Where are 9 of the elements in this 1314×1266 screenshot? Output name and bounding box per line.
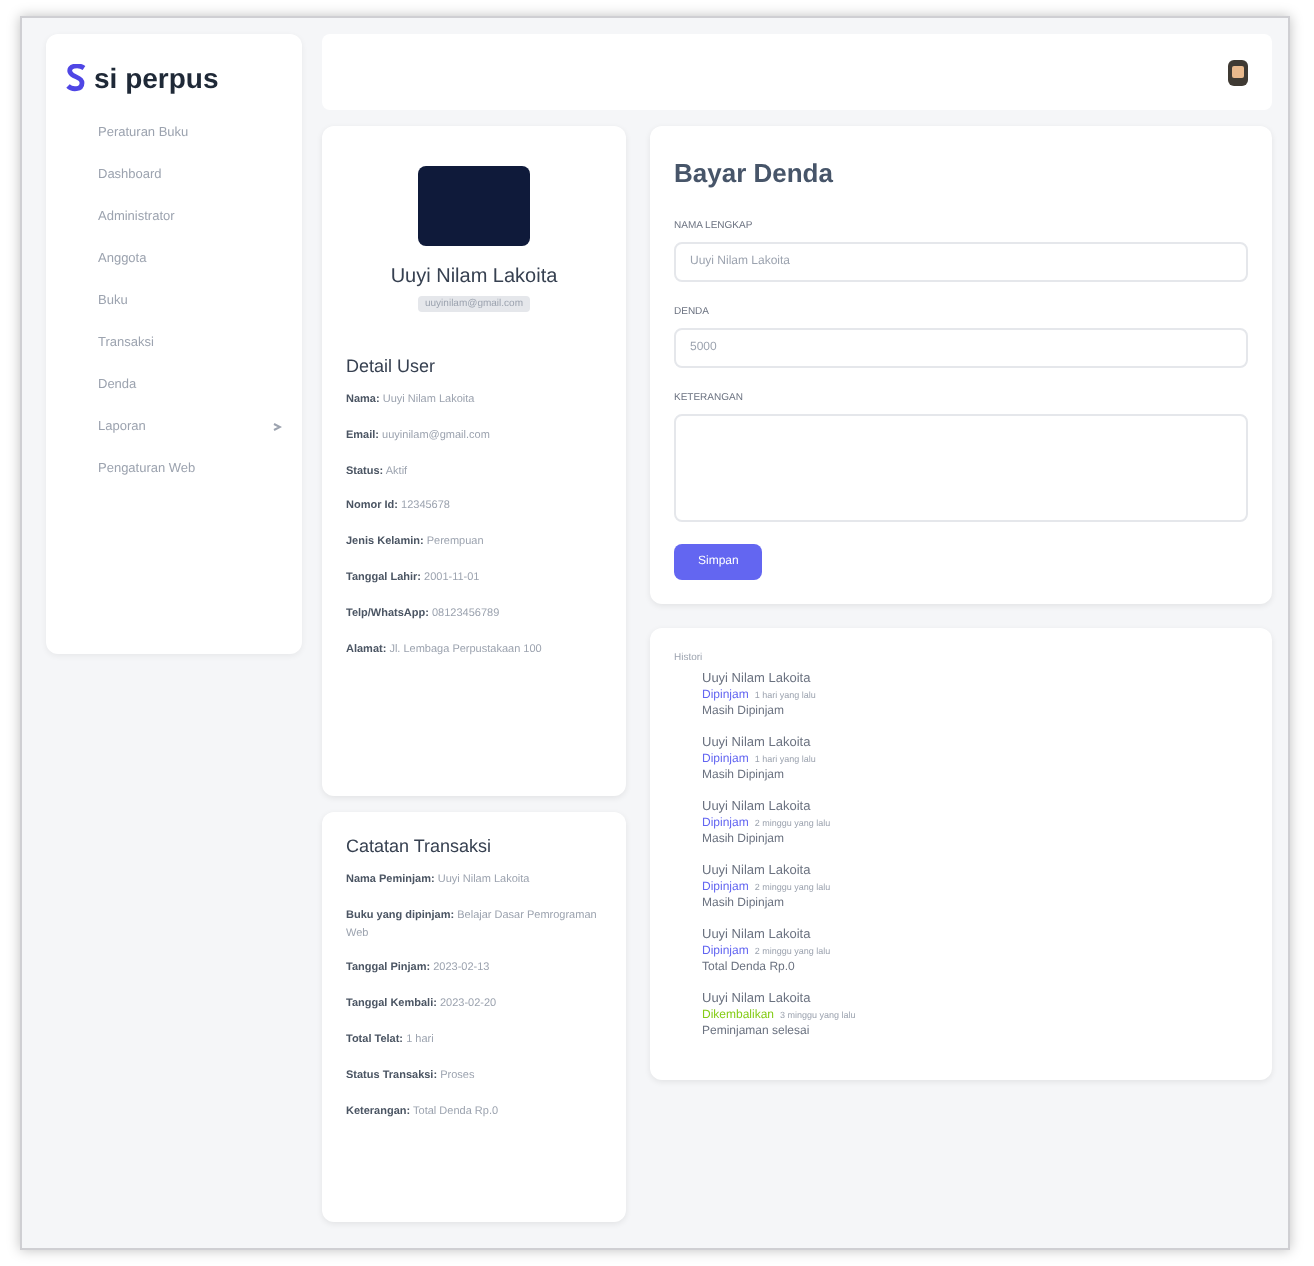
section-title: Detail User	[346, 356, 438, 376]
user-name: Uuyi Nilam Lakoita	[388, 266, 560, 288]
brand-name: si perpus	[94, 62, 219, 94]
section-title: Catatan Transaksi	[346, 836, 494, 856]
logo-icon	[66, 64, 86, 92]
chevron-icon	[272, 422, 282, 432]
form-title: Bayar Denda	[674, 158, 835, 188]
avatar-icon[interactable]	[1228, 59, 1248, 85]
photo-placeholder	[418, 166, 530, 246]
